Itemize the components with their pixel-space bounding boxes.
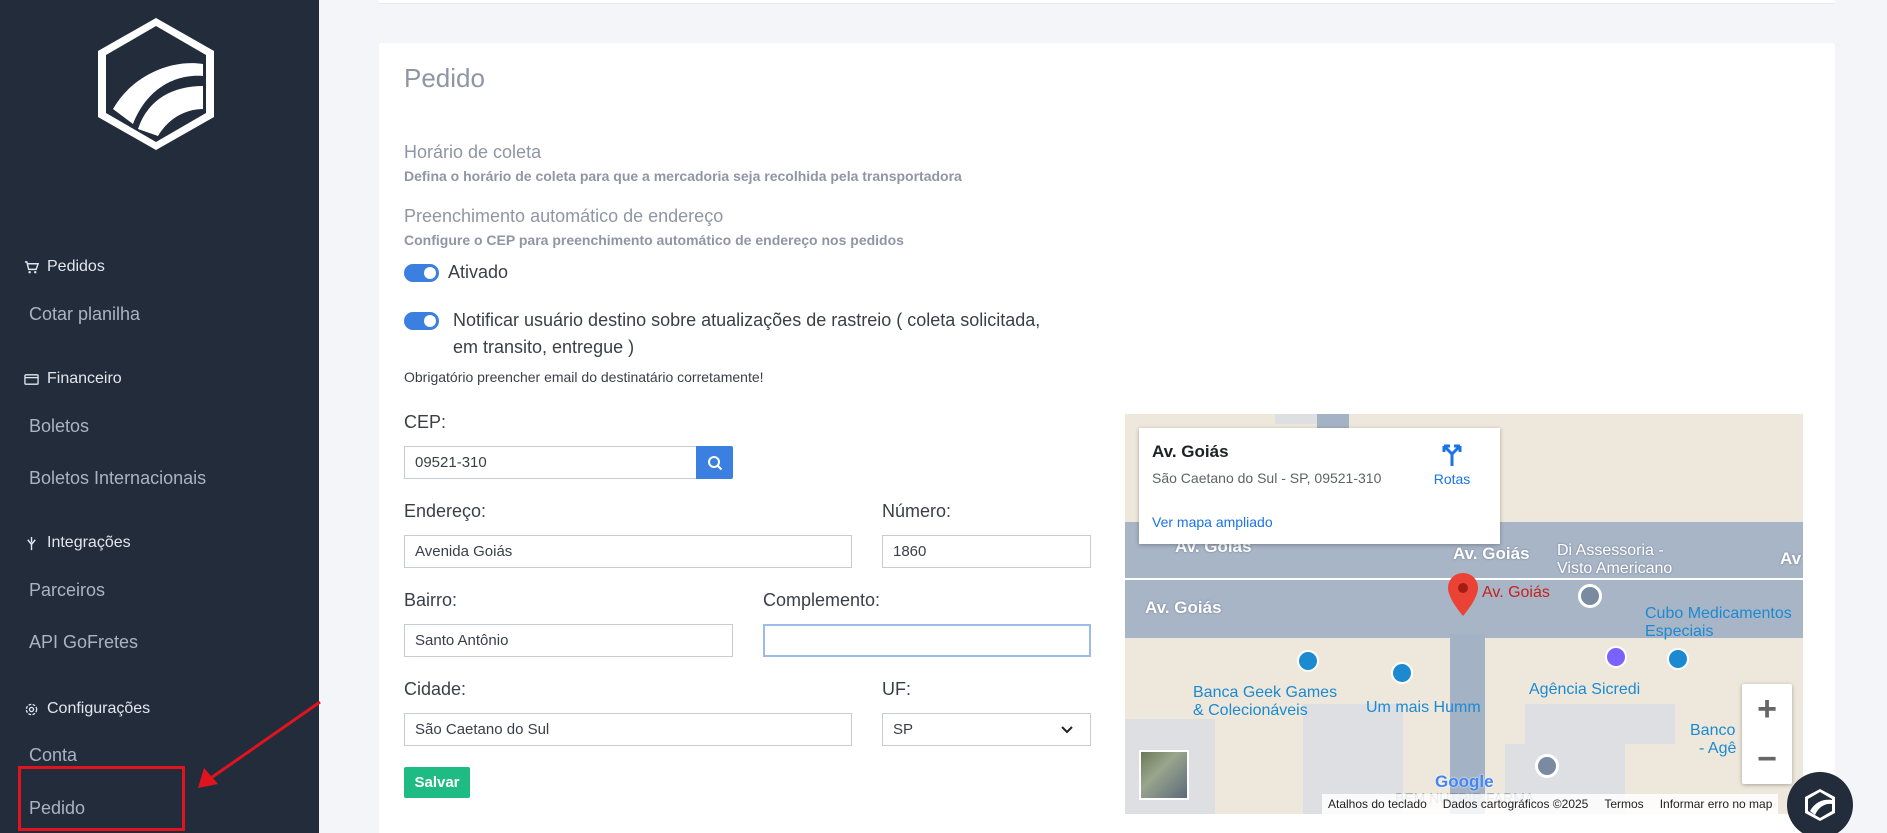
shopping-poi-icon[interactable] [1297,650,1319,672]
numero-input[interactable]: 1860 [882,535,1091,568]
cidade-input[interactable]: São Caetano do Sul [404,713,852,746]
cidade-label: Cidade: [404,679,467,699]
shopping-poi-icon[interactable] [1667,648,1689,670]
uf-selected-value: SP [893,721,914,738]
poi-label: Banca Geek Games [1193,684,1338,701]
poi-label: Di Assessoria - [1557,542,1664,559]
notify-toggle[interactable] [404,312,439,330]
annotation-arrow-icon [198,700,321,788]
poi-label: Um mais Humm [1366,699,1481,716]
numero-label: Número: [882,501,952,521]
sidebar-item-boletos-internacionais[interactable]: Boletos Internacionais [29,468,206,489]
street-label: Av. Goiás [1453,544,1530,563]
complemento-label: Complemento: [763,590,881,610]
map-pin-icon[interactable] [1578,584,1602,608]
gofretes-logo[interactable] [93,14,219,154]
section-pedidos: Pedidos [24,258,105,276]
section-integracoes: Integrações [24,534,131,552]
sidebar-item-conta[interactable]: Conta [29,745,77,766]
map-attribution: Atalhos do teclado Dados cartográficos ©… [1322,794,1779,814]
routes-button[interactable]: Rotas [1422,440,1482,487]
map-pin-icon[interactable] [1535,754,1559,778]
map-info-card: Av. Goiás São Caetano do Sul - SP, 09521… [1139,428,1500,544]
shopping-poi-icon[interactable] [1391,662,1413,684]
autofill-toggle[interactable] [404,264,439,282]
section-title: Pedidos [47,258,105,275]
routes-label: Rotas [1433,471,1471,487]
search-icon [707,455,722,470]
bank-poi-icon[interactable] [1605,646,1627,668]
cart-icon [24,260,39,273]
sidebar-item-api-gofretes[interactable]: API GoFretes [29,632,138,653]
section-title: Integrações [47,534,131,551]
map-building [1525,704,1675,744]
autofill-toggle-label: Ativado [448,262,509,282]
google-map[interactable]: Av. Goiás Av. Goiás Av. Goiás Av Av. Goi… [1125,414,1803,814]
poi-label: Visto Americano [1557,560,1673,577]
save-button[interactable]: Salvar [404,767,470,798]
sidebar-item-boletos[interactable]: Boletos [29,416,89,437]
zoom-controls: + − [1742,684,1792,784]
complemento-input[interactable] [763,624,1091,657]
zoom-out-button[interactable]: − [1742,734,1792,784]
autofill-subtitle: Configure o CEP para preenchimento autom… [404,232,904,248]
poi-label: Banco [1690,722,1736,739]
pickup-subtitle: Defina o horário de coleta para que a me… [404,168,962,184]
pickup-title: Horário de coleta [404,142,542,162]
info-title: Av. Goiás [1152,442,1229,461]
uf-label: UF: [882,679,911,699]
section-financeiro: Financeiro [24,370,122,388]
highlight-box [18,766,185,831]
credit-card-icon [24,373,39,385]
autofill-title: Preenchimento automático de endereço [404,206,724,226]
poi-label: Cubo Medicamentos [1645,605,1792,622]
bairro-label: Bairro: [404,590,458,610]
sidebar-item-cotar-planilha[interactable]: Cotar planilha [29,304,140,325]
notify-label-line2: em transito, entregue ) [453,337,635,357]
notify-note: Obrigatório preencher email do destinatá… [404,369,764,385]
floating-support-button[interactable] [1787,772,1853,833]
bairro-input[interactable]: Santo Antônio [404,624,733,657]
endereco-label: Endereço: [404,501,487,521]
uf-select[interactable]: SP [882,713,1091,746]
poi-label: & Colecionáveis [1193,702,1308,719]
poi-label: Agência Sicredi [1529,681,1641,698]
report-error-link[interactable]: Informar erro no map [1660,797,1773,811]
chevron-down-icon [1061,726,1073,734]
street-label: Av [1780,549,1802,568]
street-label: Av. Goiás [1145,598,1222,617]
satellite-toggle[interactable] [1139,750,1189,800]
endereco-input[interactable]: Avenida Goiás [404,535,852,568]
notify-label-line1: Notificar usuário destino sobre atualiza… [453,310,1041,330]
cep-label: CEP: [404,412,447,432]
zoom-in-button[interactable]: + [1742,684,1792,734]
cep-search-button[interactable] [696,446,733,479]
page-title: Pedido [404,63,485,93]
info-address: São Caetano do Sul - SP, 09521-310 [1152,470,1382,486]
terms-link[interactable]: Termos [1604,797,1643,811]
map-marker-icon[interactable] [1447,572,1479,618]
directions-icon [1442,444,1462,466]
map-data-text: Dados cartográficos ©2025 [1442,797,1589,811]
marker-label: Av. Goiás [1482,584,1550,601]
cep-input[interactable]: 09521-310 [404,446,697,479]
sidebar-item-parceiros[interactable]: Parceiros [29,580,105,601]
top-card-edge [379,0,1835,4]
google-logo: Google [1435,772,1494,791]
keyboard-shortcuts-link[interactable]: Atalhos do teclado [1328,797,1427,811]
gofretes-logo-icon [1805,789,1835,821]
poi-label: Especiais [1645,623,1714,640]
section-title: Configurações [47,700,151,717]
section-configuracoes: Configurações [24,700,150,718]
plug-icon [27,536,36,550]
section-title: Financeiro [47,370,122,387]
larger-map-link[interactable]: Ver mapa ampliado [1152,514,1273,530]
gear-icon [25,703,38,715]
poi-label: - Agê [1699,740,1737,757]
